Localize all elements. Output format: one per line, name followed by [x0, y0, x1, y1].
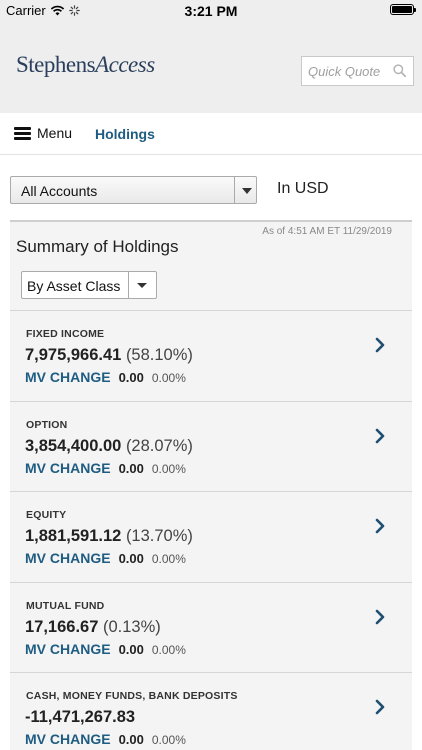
holding-category: MUTUAL FUND [26, 599, 105, 612]
holding-percent: (13.70%) [125, 527, 193, 545]
mv-change: MV CHANGE 0.00 0.00% [25, 731, 186, 747]
mv-change-label: MV CHANGE [25, 369, 111, 385]
chevron-right-icon[interactable] [374, 699, 386, 715]
holding-amount: 7,975,966.41 [25, 346, 122, 364]
mv-change-label: MV CHANGE [25, 550, 111, 566]
status-right [390, 4, 416, 15]
mv-change-percent: 0.00% [151, 642, 186, 657]
holding-percent: (58.10%) [125, 346, 193, 364]
mv-change-percent: 0.00% [151, 371, 186, 385]
mv-change-percent: 0.00% [151, 461, 186, 476]
holding-value: 1,881,591.12 (13.70%) [25, 527, 193, 546]
mv-change-percent: 0.00% [151, 733, 186, 747]
holding-category: CASH, MONEY FUNDS, BANK DEPOSITS [26, 690, 238, 702]
holdings-link[interactable]: Holdings [95, 126, 155, 142]
holding-amount: 17,166.67 [25, 617, 99, 636]
mv-change-amount: 0.00 [118, 641, 144, 657]
holding-category: FIXED INCOME [26, 328, 105, 340]
holding-row-fixed-income[interactable]: FIXED INCOME 7,975,966.41 (58.10%) MV CH… [10, 310, 412, 401]
chevron-right-icon[interactable] [374, 518, 386, 534]
chevron-right-icon[interactable] [374, 428, 386, 444]
holding-value: 7,975,966.41 (58.10%) [25, 346, 193, 365]
mv-change-percent: 0.00% [151, 552, 186, 566]
chevron-right-icon[interactable] [374, 337, 386, 353]
holding-value: 17,166.67 (0.13%) [25, 618, 161, 637]
logo-main-text: Stephens [16, 52, 96, 77]
stephens-access-logo[interactable]: StephensAccess [16, 52, 155, 78]
group-by-dropdown[interactable]: By Asset Class [21, 271, 157, 299]
top-nav: Menu Holdings [0, 113, 422, 155]
battery-icon [390, 4, 416, 15]
app-header: StephensAccess [0, 22, 422, 113]
group-by-label: By Asset Class [27, 278, 121, 294]
mv-change-label: MV CHANGE [25, 459, 111, 476]
mv-change: MV CHANGE 0.00 0.00% [25, 641, 186, 657]
holding-category: EQUITY [26, 509, 67, 521]
mv-change-amount: 0.00 [118, 370, 144, 385]
summary-panel: As of 4:51 AM ET 11/29/2019 Summary of H… [10, 220, 412, 750]
holding-row-mutual-fund[interactable]: MUTUAL FUND 17,166.67 (0.13%) MV CHANGE … [10, 581, 412, 673]
quick-quote-input[interactable] [302, 57, 390, 85]
mv-change-amount: 0.00 [118, 551, 144, 566]
mv-change-label: MV CHANGE [25, 731, 111, 747]
menu-button[interactable]: Menu [14, 125, 72, 141]
holding-row-equity[interactable]: EQUITY 1,881,591.12 (13.70%) MV CHANGE 0… [10, 491, 412, 582]
accounts-selected-label: All Accounts [21, 183, 98, 199]
caret-down-icon [137, 283, 147, 288]
holding-category: OPTION [26, 418, 68, 431]
hamburger-icon [14, 126, 31, 140]
dropdown-divider [128, 272, 129, 298]
menu-label: Menu [37, 125, 73, 141]
as-of-timestamp: As of 4:51 AM ET 11/29/2019 [262, 226, 392, 237]
dropdown-divider [234, 177, 235, 203]
chevron-right-icon[interactable] [374, 609, 386, 625]
holdings-list: FIXED INCOME 7,975,966.41 (58.10%) MV CH… [10, 310, 412, 750]
search-icon[interactable] [393, 64, 406, 77]
logo-italic-text: Access [95, 52, 155, 77]
mv-change-amount: 0.00 [118, 732, 144, 747]
holding-row-cash[interactable]: CASH, MONEY FUNDS, BANK DEPOSITS -11,471… [10, 672, 412, 750]
mv-change: MV CHANGE 0.00 0.00% [25, 460, 186, 476]
quick-quote-box [301, 56, 414, 86]
holding-percent: (28.07%) [125, 436, 193, 455]
holding-amount: 3,854,400.00 [25, 436, 122, 455]
holding-row-option[interactable]: OPTION 3,854,400.00 (28.07%) MV CHANGE 0… [10, 400, 412, 492]
status-bar: Carrier 3:21 PM [0, 0, 422, 22]
holding-amount: -11,471,267.83 [25, 708, 136, 726]
holding-value: 3,854,400.00 (28.07%) [25, 437, 193, 456]
mv-change-amount: 0.00 [118, 460, 144, 476]
caret-down-icon [242, 188, 252, 194]
currency-label: In USD [277, 180, 329, 197]
status-time: 3:21 PM [184, 3, 238, 19]
mv-change: MV CHANGE 0.00 0.00% [25, 369, 186, 385]
mv-change-label: MV CHANGE [25, 640, 111, 657]
accounts-dropdown[interactable]: All Accounts [10, 176, 257, 204]
mv-change: MV CHANGE 0.00 0.00% [25, 550, 186, 566]
holding-amount: 1,881,591.12 [25, 527, 122, 545]
summary-title: Summary of Holdings [16, 237, 179, 256]
holding-value: -11,471,267.83 [25, 708, 135, 727]
holding-percent: (0.13%) [103, 617, 161, 636]
